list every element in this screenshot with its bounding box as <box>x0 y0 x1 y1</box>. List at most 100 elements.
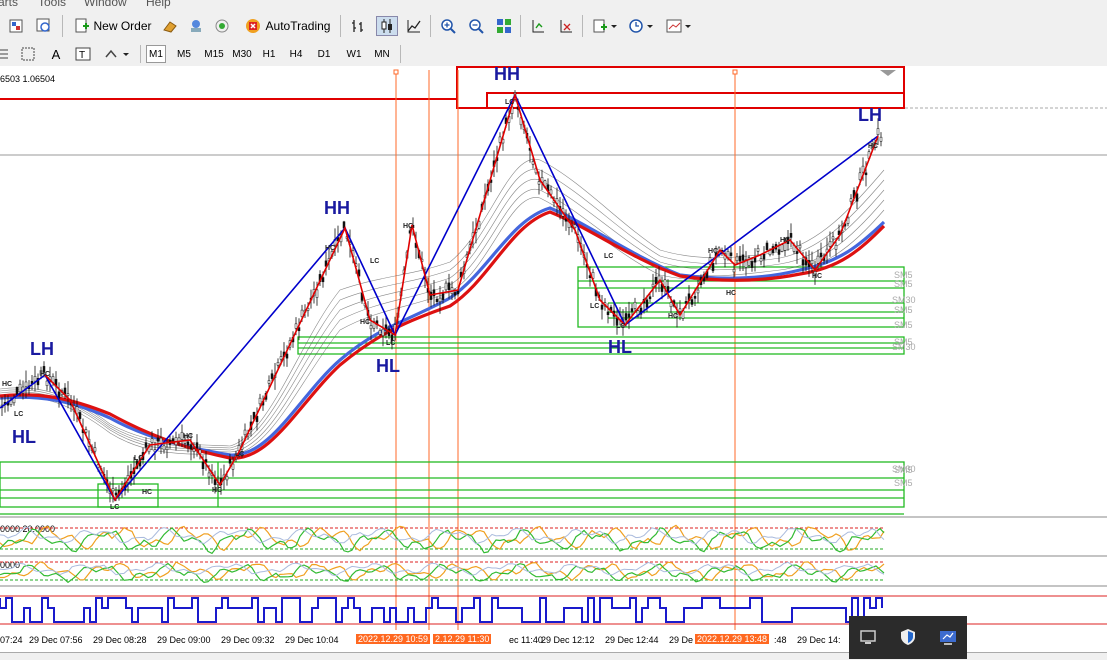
zone-label: SM5 <box>894 279 913 289</box>
swing-label-hl: HL <box>12 427 36 447</box>
svg-text:LC: LC <box>370 258 379 265</box>
timeframe-mn[interactable]: MN <box>370 45 394 63</box>
signals-icon[interactable] <box>212 16 232 36</box>
zone-label: SM30 <box>892 464 916 474</box>
swing-label-hl: HL <box>608 337 632 357</box>
svg-text:LC: LC <box>590 303 599 310</box>
tray-terminal-icon[interactable] <box>939 628 957 646</box>
svg-text:HC: HC <box>868 143 878 150</box>
svg-text:HC: HC <box>40 371 50 378</box>
time-label: 29 Dec 07:56 <box>29 635 83 645</box>
timeframe-toolbar: A T M1 M5 M15 M30 H1 H4 D1 W1 MN <box>0 42 1107 67</box>
time-label: 29 Dec 14: <box>797 635 841 645</box>
tile-windows-icon[interactable] <box>494 16 514 36</box>
oscillator-1-label: 0000 20.0000 <box>0 524 55 534</box>
zoom-in-icon[interactable] <box>438 16 458 36</box>
svg-text:LC: LC <box>110 504 119 511</box>
swing-label-lh: LH <box>30 339 54 359</box>
menu-item-tools[interactable]: Tools <box>38 0 66 9</box>
svg-text:HC: HC <box>212 487 222 494</box>
svg-text:HC: HC <box>726 290 736 297</box>
shapes-icon[interactable] <box>18 45 38 63</box>
menu-bar: arts Tools Window Help <box>0 0 1107 10</box>
tray-security-icon[interactable] <box>899 628 917 646</box>
time-label: 07:24 <box>0 635 23 645</box>
main-toolbar: New Order AutoTrading <box>0 10 1107 43</box>
time-label: :48 <box>774 635 787 645</box>
svg-text:LC: LC <box>505 99 514 106</box>
swing-label-lh: LH <box>858 105 882 125</box>
svg-text:HC: HC <box>708 248 718 255</box>
timeframe-m5[interactable]: M5 <box>172 45 196 63</box>
timeframe-h1[interactable]: H1 <box>258 45 280 63</box>
timeframe-h4[interactable]: H4 <box>285 45 307 63</box>
market-watch-icon[interactable] <box>160 16 180 36</box>
time-label: 29 Dec 08:28 <box>93 635 147 645</box>
arrows-dropdown-icon[interactable] <box>102 45 132 63</box>
zoom-out-icon[interactable] <box>466 16 486 36</box>
fibo-icon[interactable] <box>0 45 10 63</box>
zone-label: SM5 <box>894 478 913 488</box>
timeframe-d1[interactable]: D1 <box>313 45 335 63</box>
timeframe-w1[interactable]: W1 <box>342 45 366 63</box>
svg-text:HC: HC <box>183 433 193 440</box>
tray-monitor-icon[interactable] <box>859 628 877 646</box>
timeframe-m15[interactable]: M15 <box>200 45 228 63</box>
menu-item-help[interactable]: Help <box>146 0 171 9</box>
templates-dropdown-icon[interactable] <box>664 16 694 36</box>
periods-dropdown-icon[interactable] <box>626 16 656 36</box>
time-label: 29 Dec 09:00 <box>157 635 211 645</box>
text-icon[interactable]: A <box>46 45 66 63</box>
time-label: 29 Dec 12:12 <box>541 635 595 645</box>
swing-label-hh: HH <box>324 198 350 218</box>
svg-text:LC: LC <box>235 451 244 458</box>
time-label: ec 11:40 <box>509 635 543 645</box>
bar-chart-icon[interactable] <box>348 16 368 36</box>
line-chart-icon[interactable] <box>404 16 424 36</box>
timeframe-m1[interactable]: M1 <box>146 45 166 63</box>
new-order-button[interactable]: New Order <box>70 16 156 36</box>
swing-label-hl: HL <box>376 356 400 376</box>
svg-text:HC: HC <box>2 381 12 388</box>
svg-text:HC: HC <box>360 319 370 326</box>
zone-label: SM5 <box>894 320 913 330</box>
indicators-dropdown-icon[interactable] <box>590 16 620 36</box>
zoom-window-icon[interactable] <box>34 16 54 36</box>
time-label: 29 De <box>669 635 694 645</box>
svg-text:LC: LC <box>134 455 143 462</box>
svg-text:LC: LC <box>14 411 23 418</box>
svg-text:HC: HC <box>812 273 822 280</box>
candlestick-chart-icon[interactable] <box>376 16 398 36</box>
menu-item-charts[interactable]: arts <box>0 0 18 9</box>
timeframe-m30[interactable]: M30 <box>229 45 255 63</box>
swing-label-hh: HH <box>494 66 520 84</box>
menu-item-window[interactable]: Window <box>84 0 127 9</box>
crosshair-time-label: 2022.12.29 10:59 <box>356 634 431 644</box>
autotrading-label: AutoTrading <box>265 19 331 33</box>
autotrading-button[interactable]: AutoTrading <box>240 16 334 36</box>
svg-text:LC: LC <box>616 323 625 330</box>
templates-icon[interactable] <box>6 16 26 36</box>
crosshair-time-label: 2.12.29 11:30 <box>433 634 492 644</box>
price-info-label: 6503 1.06504 <box>0 74 55 84</box>
navigator-icon[interactable] <box>186 16 206 36</box>
time-label: 29 Dec 12:44 <box>605 635 659 645</box>
svg-text:HC: HC <box>403 223 413 230</box>
chart-shift-icon[interactable] <box>528 16 548 36</box>
time-label: 29 Dec 09:32 <box>221 635 275 645</box>
system-tray <box>849 616 967 659</box>
svg-text:HC: HC <box>668 313 678 320</box>
svg-text:LC: LC <box>604 253 613 260</box>
zone-label: SM30 <box>892 342 916 352</box>
autotrading-icon <box>245 19 260 33</box>
svg-text:HC: HC <box>325 245 335 252</box>
new-order-label: New Order <box>93 19 152 33</box>
crosshair-time-label: 2022.12.29 13:48 <box>695 634 770 644</box>
new-order-icon <box>75 18 90 33</box>
price-chart[interactable]: 6503 1.06504 SM5 SM5 SM30 SM5 SM5 SM5 SM… <box>0 66 1107 632</box>
autoscroll-icon[interactable] <box>556 16 576 36</box>
time-label: 29 Dec 10:04 <box>285 635 339 645</box>
text-label-icon[interactable]: T <box>72 45 94 63</box>
zone-label: SM5 <box>894 305 913 315</box>
svg-text:T: T <box>79 50 85 61</box>
